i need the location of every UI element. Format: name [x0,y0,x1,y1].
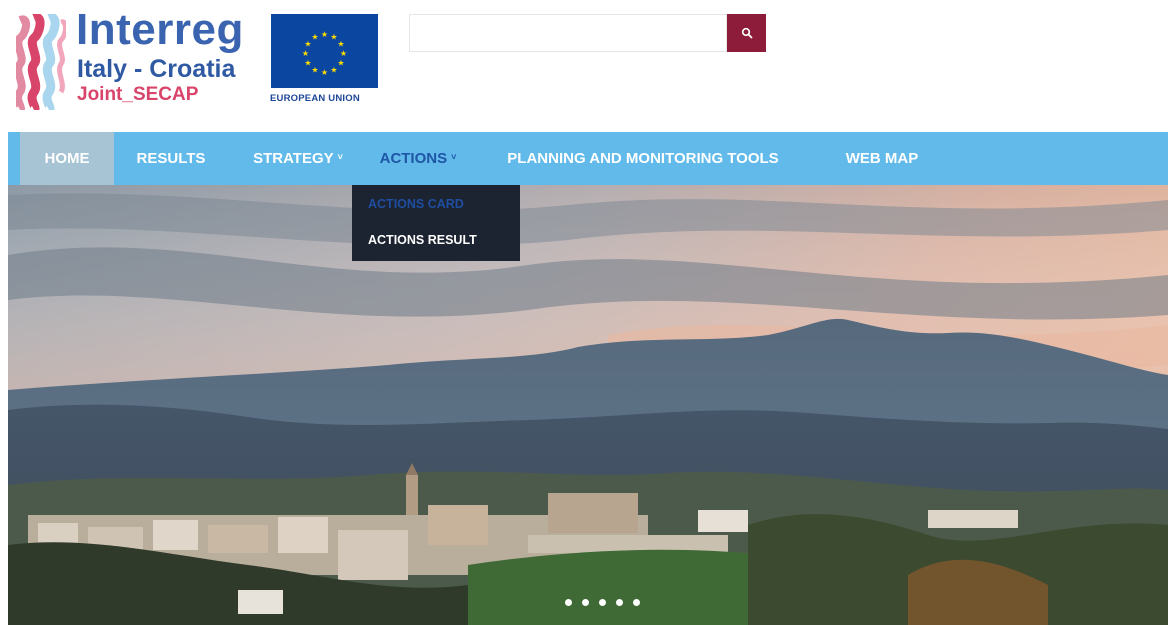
logo-subtitle: Italy - Croatia [77,55,236,83]
chevron-down-icon: ˅ [451,152,457,162]
search-button[interactable] [727,14,766,52]
nav-home-label: HOME [44,150,90,167]
svg-text:★: ★ [337,40,344,49]
nav-web-map[interactable]: WEB MAP [826,132,938,185]
carousel-dot[interactable] [615,599,623,606]
carousel-dot[interactable] [564,599,572,606]
actions-dropdown-menu: ACTIONS CARD ACTIONS RESULT [352,185,520,261]
chevron-down-icon: ˅ [337,152,343,162]
site-header: Interreg Italy - Croatia Joint_SECAP ★ ★… [0,0,1168,132]
dropdown-item-actions-result[interactable]: ACTIONS RESULT [368,233,477,247]
svg-text:★: ★ [321,68,328,77]
eu-label: EUROPEAN UNION [270,93,360,104]
svg-text:★: ★ [311,33,318,42]
search-input[interactable] [409,14,727,52]
page: Interreg Italy - Croatia Joint_SECAP ★ ★… [0,0,1168,625]
svg-text:★: ★ [311,66,318,75]
carousel-dot[interactable] [632,599,640,606]
carousel-dot[interactable] [598,599,606,606]
svg-text:★: ★ [321,30,328,39]
eu-badge: ★ ★ ★ ★ ★ ★ ★ ★ ★ ★ ★ ★ EUROPEAN UNION [268,14,378,104]
interreg-waves-icon [16,14,66,110]
search-icon [741,27,752,39]
nav-web-map-label: WEB MAP [845,150,919,167]
interreg-logo[interactable]: Interreg Italy - Croatia Joint_SECAP [16,6,261,110]
eu-flag-icon: ★ ★ ★ ★ ★ ★ ★ ★ ★ ★ ★ ★ [271,14,378,88]
nav-results[interactable]: RESULTS [121,132,221,185]
svg-text:★: ★ [304,59,311,68]
search-form [409,14,766,52]
svg-text:★: ★ [330,66,337,75]
nav-planning-tools[interactable]: PLANNING AND MONITORING TOOLS [486,132,800,185]
nav-actions[interactable]: ACTIONS ˅ [368,132,468,185]
svg-text:★: ★ [340,49,347,58]
carousel-dot[interactable] [581,599,589,606]
nav-home[interactable]: HOME [20,132,114,185]
nav-planning-tools-label: PLANNING AND MONITORING TOOLS [507,150,779,167]
nav-strategy[interactable]: STRATEGY ˅ [244,132,352,185]
nav-strategy-label: STRATEGY [253,150,334,167]
carousel-indicators [0,599,1168,611]
logo-title: Interreg [76,5,244,54]
hero-carousel-image [8,185,1168,625]
nav-actions-label: ACTIONS [379,150,448,167]
nav-results-label: RESULTS [136,150,206,167]
logo-project-name: Joint_SECAP [77,84,199,105]
dropdown-item-actions-card[interactable]: ACTIONS CARD [368,197,464,211]
svg-text:★: ★ [337,59,344,68]
main-nav: HOME RESULTS STRATEGY ˅ ACTIONS ˅ PLANNING… [8,132,1168,185]
svg-text:★: ★ [302,49,309,58]
